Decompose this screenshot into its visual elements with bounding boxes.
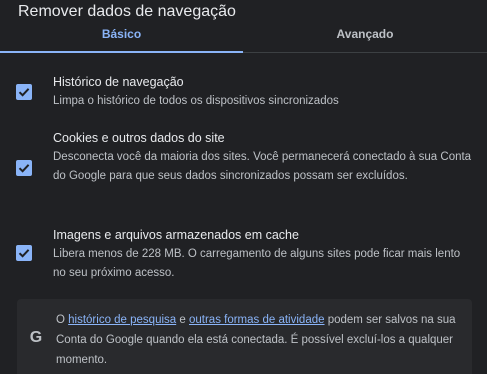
checkmark-icon	[18, 249, 30, 258]
option-description: Libera menos de 228 MB. O carregamento d…	[53, 248, 461, 279]
checkmark-icon	[18, 164, 30, 173]
option-title: Histórico de navegação	[53, 75, 184, 89]
browsing-history-checkbox[interactable]	[16, 84, 32, 100]
option-text: Imagens e arquivos armazenados em cache …	[53, 226, 473, 283]
option-text: Histórico de navegação Limpa o histórico…	[53, 73, 473, 111]
option-text: Cookies e outros dados do site Desconect…	[53, 129, 473, 186]
cookies-checkbox[interactable]	[16, 160, 32, 176]
google-g-icon: G	[29, 329, 43, 346]
clear-browsing-data-dialog: Remover dados de navegação Básico Avança…	[0, 0, 487, 374]
option-title: Cookies e outros dados do site	[53, 131, 225, 145]
option-description: Desconecta você da maioria dos sites. Vo…	[53, 151, 472, 182]
info-middle: e	[176, 314, 189, 326]
info-prefix: O	[56, 314, 69, 326]
tab-basic[interactable]: Básico	[0, 22, 243, 53]
google-account-info-box: G O histórico de pesquisa e outras forma…	[17, 299, 472, 374]
cached-images-checkbox[interactable]	[16, 245, 32, 261]
info-text: O histórico de pesquisa e outras formas …	[56, 310, 466, 370]
search-history-link[interactable]: histórico de pesquisa	[68, 314, 176, 326]
other-activity-link[interactable]: outras formas de atividade	[189, 314, 325, 326]
dialog-title: Remover dados de navegação	[18, 3, 236, 20]
checkmark-icon	[18, 88, 30, 97]
option-title: Imagens e arquivos armazenados em cache	[53, 228, 299, 242]
tab-bar: Básico Avançado	[0, 22, 487, 53]
option-description: Limpa o histórico de todos os dispositiv…	[53, 95, 339, 107]
tab-advanced[interactable]: Avançado	[243, 22, 487, 52]
